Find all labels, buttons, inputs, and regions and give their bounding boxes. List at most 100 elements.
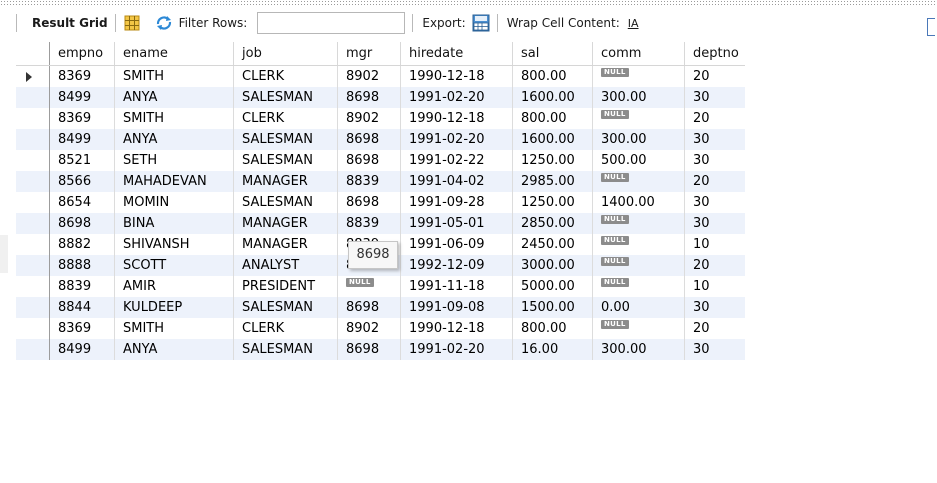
cell-comm[interactable]: NULL <box>593 276 685 297</box>
cell-ename[interactable]: SETH <box>115 150 234 171</box>
cell-job[interactable]: SALESMAN <box>234 150 338 171</box>
cell-job[interactable]: CLERK <box>234 318 338 339</box>
cell-mgr[interactable]: 8698 <box>338 339 401 360</box>
cell-empno[interactable]: 8882 <box>50 234 115 255</box>
row-indicator[interactable] <box>16 87 50 108</box>
cell-comm[interactable]: NULL <box>593 108 685 129</box>
table-row[interactable]: 8844 KULDEEP SALESMAN 8698 1991-09-08 1500.00… <box>16 297 745 318</box>
cell-ename[interactable]: BINA <box>115 213 234 234</box>
cell-mgr[interactable]: 8698 <box>338 192 401 213</box>
cell-hiredate[interactable]: 1990-12-18 <box>401 318 513 339</box>
cell-hiredate[interactable]: 1991-02-20 <box>401 339 513 360</box>
cell-sal[interactable]: 2450.00 <box>513 234 593 255</box>
column-header-empno[interactable]: empno <box>50 42 115 65</box>
cell-empno[interactable]: 8521 <box>50 150 115 171</box>
column-header-job[interactable]: job <box>234 42 338 65</box>
cell-deptno[interactable]: 20 <box>685 108 745 129</box>
cell-deptno[interactable]: 30 <box>685 192 745 213</box>
column-header-ename[interactable]: ename <box>115 42 234 65</box>
table-row[interactable]: 8369 SMITH CLERK 8902 1990-12-18 800.00 NULL 20 <box>16 108 745 129</box>
cell-deptno[interactable]: 10 <box>685 276 745 297</box>
cell-sal[interactable]: 800.00 <box>513 108 593 129</box>
cell-ename[interactable]: SMITH <box>115 66 234 87</box>
cell-job[interactable]: SALESMAN <box>234 339 338 360</box>
cell-hiredate[interactable]: 1991-02-20 <box>401 87 513 108</box>
cell-sal[interactable]: 2850.00 <box>513 213 593 234</box>
cell-mgr[interactable]: 8698 <box>338 150 401 171</box>
row-indicator[interactable] <box>16 213 50 234</box>
cell-deptno[interactable]: 30 <box>685 297 745 318</box>
row-indicator[interactable] <box>16 297 50 318</box>
cell-ename[interactable]: SMITH <box>115 108 234 129</box>
row-indicator[interactable] <box>16 234 50 255</box>
cell-deptno[interactable]: 10 <box>685 234 745 255</box>
cell-empno[interactable]: 8499 <box>50 339 115 360</box>
cell-job[interactable]: MANAGER <box>234 213 338 234</box>
cell-job[interactable]: ANALYST <box>234 255 338 276</box>
cell-job[interactable]: CLERK <box>234 66 338 87</box>
cell-empno[interactable]: 8369 <box>50 318 115 339</box>
cell-mgr[interactable]: 8839 <box>338 171 401 192</box>
cell-comm[interactable]: NULL <box>593 318 685 339</box>
cell-empno[interactable]: 8654 <box>50 192 115 213</box>
cell-hiredate[interactable]: 1990-12-18 <box>401 108 513 129</box>
cell-job[interactable]: MANAGER <box>234 171 338 192</box>
table-row[interactable]: 8369 SMITH CLERK 8902 1990-12-18 800.00 NULL 20 <box>16 318 745 339</box>
cell-deptno[interactable]: 20 <box>685 171 745 192</box>
cell-empno[interactable]: 8499 <box>50 87 115 108</box>
cell-hiredate[interactable]: 1991-04-02 <box>401 171 513 192</box>
table-row[interactable]: 8654 MOMIN SALESMAN 8698 1991-09-28 1250.00 14… <box>16 192 745 213</box>
cell-sal[interactable]: 1250.00 <box>513 192 593 213</box>
cell-deptno[interactable]: 30 <box>685 150 745 171</box>
cell-mgr[interactable]: 8902 <box>338 318 401 339</box>
cell-empno[interactable]: 8698 <box>50 213 115 234</box>
cell-mgr[interactable]: 8839 <box>338 213 401 234</box>
row-indicator[interactable] <box>16 318 50 339</box>
cell-mgr[interactable]: 8698 <box>338 297 401 318</box>
cell-ename[interactable]: ANYA <box>115 129 234 150</box>
cell-job[interactable]: MANAGER <box>234 234 338 255</box>
table-row[interactable]: 8521 SETH SALESMAN 8698 1991-02-22 1250.00 500… <box>16 150 745 171</box>
row-indicator[interactable] <box>16 255 50 276</box>
cell-hiredate[interactable]: 1991-09-08 <box>401 297 513 318</box>
table-row[interactable]: 8499 ANYA SALESMAN 8698 1991-02-20 16.00 300.0… <box>16 339 745 360</box>
cell-hiredate[interactable]: 1990-12-18 <box>401 66 513 87</box>
refresh-icon[interactable] <box>155 14 173 32</box>
cell-sal[interactable]: 1500.00 <box>513 297 593 318</box>
cell-mgr[interactable]: 8902 <box>338 66 401 87</box>
cell-comm[interactable]: NULL <box>593 255 685 276</box>
cell-deptno[interactable]: 30 <box>685 129 745 150</box>
table-row[interactable]: 8839 AMIR PRESIDENT NULL 1991-11-18 5000.00 NU… <box>16 276 745 297</box>
column-header-deptno[interactable]: deptno <box>685 42 745 65</box>
cell-ename[interactable]: MOMIN <box>115 192 234 213</box>
cell-sal[interactable]: 1600.00 <box>513 129 593 150</box>
column-header-hiredate[interactable]: hiredate <box>401 42 513 65</box>
cell-empno[interactable]: 8499 <box>50 129 115 150</box>
cell-hiredate[interactable]: 1991-11-18 <box>401 276 513 297</box>
cell-job[interactable]: SALESMAN <box>234 129 338 150</box>
cell-mgr[interactable]: 8902 <box>338 108 401 129</box>
cell-job[interactable]: PRESIDENT <box>234 276 338 297</box>
cell-hiredate[interactable]: 1991-02-22 <box>401 150 513 171</box>
cell-mgr[interactable]: NULL <box>338 276 401 297</box>
cell-deptno[interactable]: 20 <box>685 66 745 87</box>
row-indicator[interactable] <box>16 171 50 192</box>
grid-view-icon[interactable] <box>123 14 141 32</box>
cell-deptno[interactable]: 20 <box>685 255 745 276</box>
cell-sal[interactable]: 5000.00 <box>513 276 593 297</box>
cell-empno[interactable]: 8839 <box>50 276 115 297</box>
cell-comm[interactable]: NULL <box>593 213 685 234</box>
column-header-sal[interactable]: sal <box>513 42 593 65</box>
table-row[interactable]: 8499 ANYA SALESMAN 8698 1991-02-20 1600.00 300… <box>16 129 745 150</box>
cell-hiredate[interactable]: 1992-12-09 <box>401 255 513 276</box>
cell-mgr[interactable]: 8698 <box>338 129 401 150</box>
cell-ename[interactable]: SMITH <box>115 318 234 339</box>
panel-edge-button[interactable] <box>927 18 935 36</box>
table-row[interactable]: 8698 BINA MANAGER 8839 1991-05-01 2850.00 NULL… <box>16 213 745 234</box>
cell-comm[interactable]: NULL <box>593 171 685 192</box>
cell-sal[interactable]: 2985.00 <box>513 171 593 192</box>
cell-comm[interactable]: 500.00 <box>593 150 685 171</box>
cell-ename[interactable]: SCOTT <box>115 255 234 276</box>
cell-empno[interactable]: 8888 <box>50 255 115 276</box>
cell-sal[interactable]: 800.00 <box>513 66 593 87</box>
